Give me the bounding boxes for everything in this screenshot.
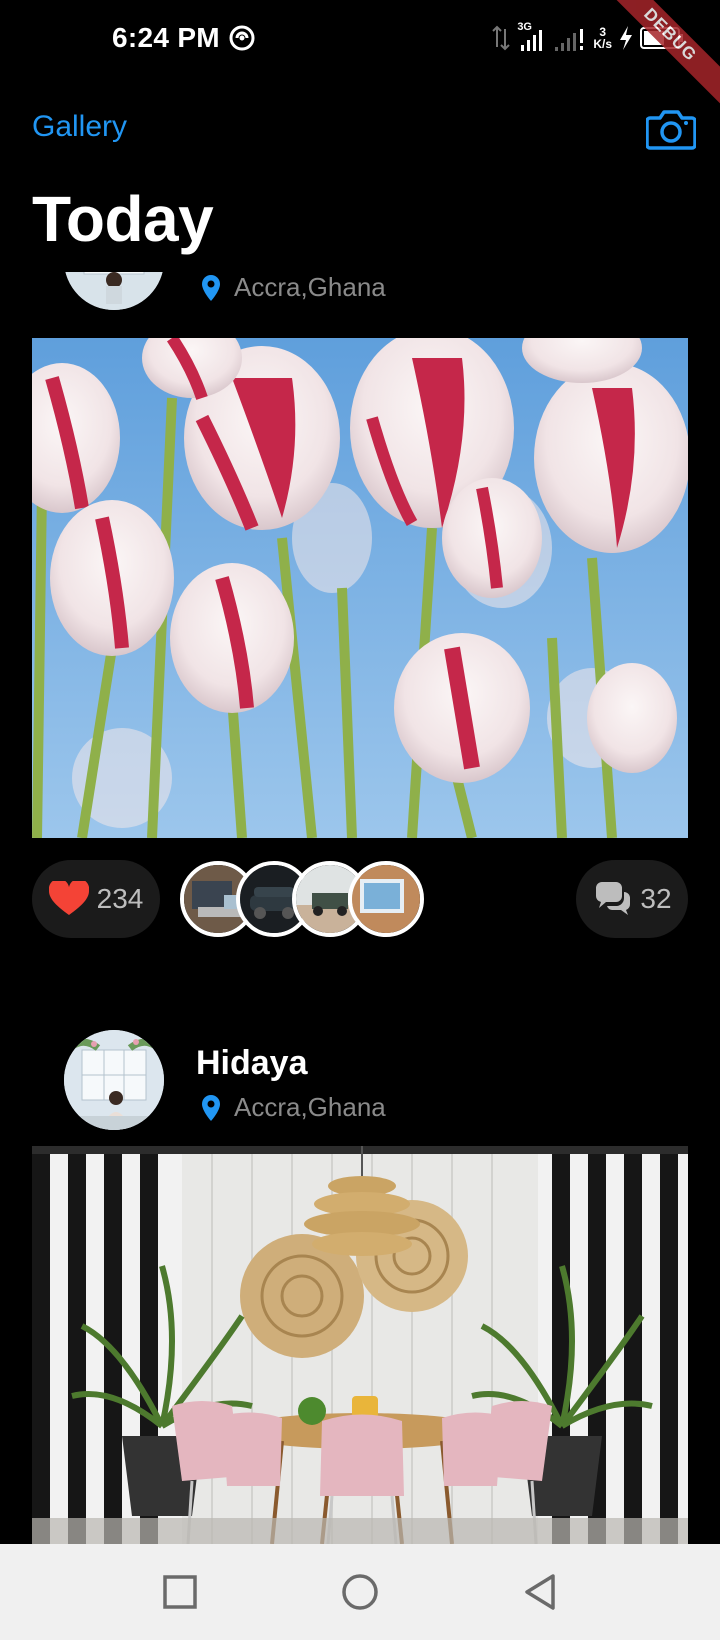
charging-icon (620, 26, 632, 50)
location-pin-icon (202, 274, 220, 301)
post-photo-patio[interactable] (32, 1146, 688, 1544)
status-time: 6:24 PM (112, 22, 220, 53)
post-username[interactable]: Hidaya (196, 1044, 308, 1083)
post-header: Accra,Ghana (0, 272, 720, 316)
avatar-image (64, 1030, 164, 1130)
post-photo-tulips[interactable] (32, 338, 688, 838)
sync-icon (229, 25, 255, 51)
avatar[interactable] (64, 1030, 164, 1130)
net-speed-unit: K/s (593, 37, 612, 51)
triangle-back-icon[interactable] (520, 1572, 560, 1612)
post-card: Hidaya Accra,Ghana (0, 1018, 720, 1136)
tulips-photo (32, 338, 688, 838)
circle-icon[interactable] (340, 1572, 380, 1612)
page-title: Today (32, 183, 214, 255)
heart-icon (48, 881, 89, 915)
comment-button[interactable]: 32 (576, 860, 688, 938)
like-count: 234 (96, 883, 144, 914)
location-label: Accra,Ghana (234, 1092, 386, 1122)
camera-icon[interactable] (646, 106, 696, 150)
liker-avatar[interactable] (348, 861, 424, 937)
nav-back-gallery[interactable]: Gallery (32, 110, 127, 144)
post-header: Hidaya Accra,Ghana (0, 1018, 720, 1136)
patio-photo (32, 1146, 688, 1544)
post-card: Accra,Ghana (0, 272, 720, 316)
net-speed: 3 K/s (593, 26, 612, 50)
signal-bars-empty-icon (555, 29, 584, 51)
square-icon[interactable] (160, 1572, 200, 1612)
photo-feed[interactable]: Accra,Ghana 234 32 Hidaya Accra,Ghana (0, 272, 720, 1544)
location-pin-icon (202, 1094, 220, 1121)
post-location: Accra,Ghana (200, 1092, 386, 1123)
location-label: Accra,Ghana (234, 272, 386, 302)
avatar-image (64, 272, 164, 310)
avatar[interactable] (64, 272, 164, 310)
comments-icon (596, 882, 631, 915)
signal-3g: 3G (517, 21, 547, 53)
liker-tablet-image (352, 865, 420, 933)
status-bar: 6:24 PM 3G 3 K/s DEBUG (0, 0, 720, 115)
like-button[interactable]: 234 (32, 860, 160, 938)
network-type: 3G (517, 21, 532, 33)
system-nav-bar (0, 1544, 720, 1640)
post-actions: 234 32 (0, 860, 720, 938)
data-transfer-icon (492, 25, 511, 51)
post-location: Accra,Ghana (200, 272, 386, 303)
comment-count: 32 (640, 883, 672, 914)
